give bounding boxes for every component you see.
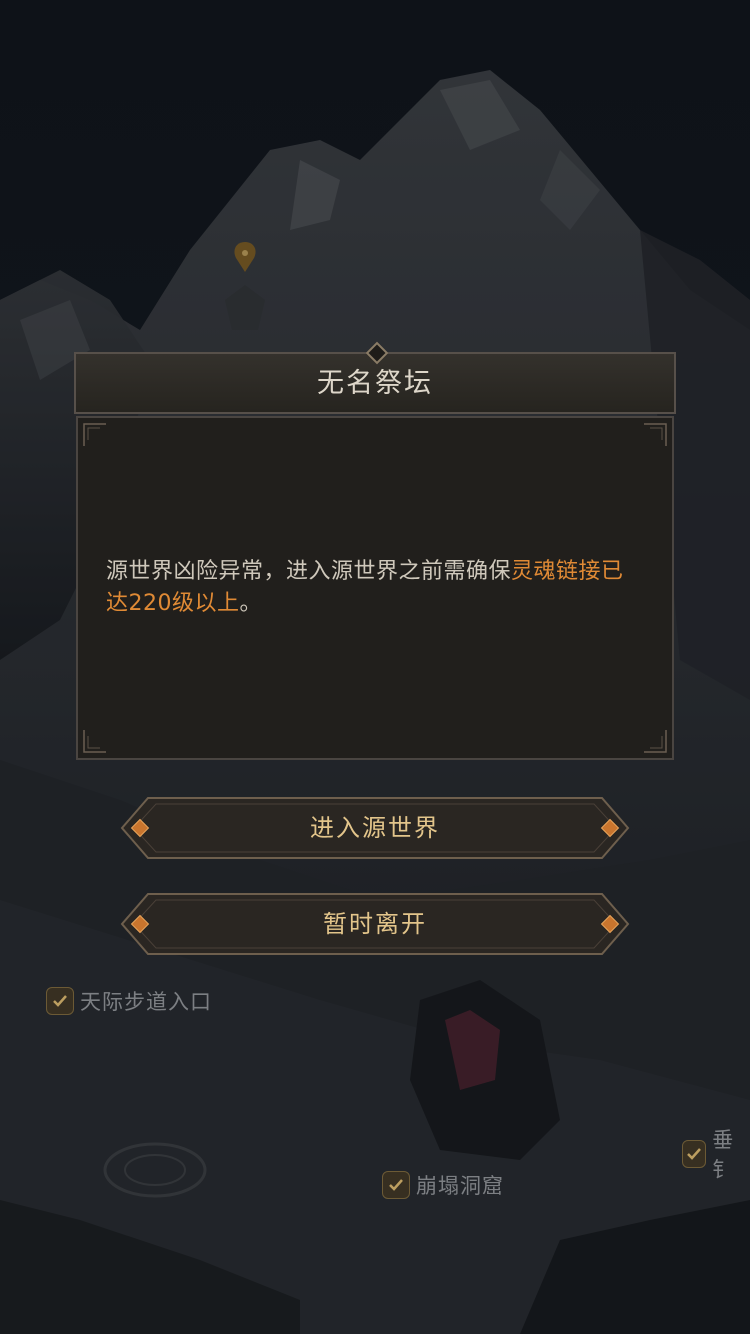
- corner-ornament: [83, 730, 106, 753]
- check-icon: [382, 1171, 410, 1199]
- map-marker-label: 天际步道入口: [80, 990, 212, 1014]
- check-icon: [682, 1140, 707, 1168]
- altar-dialog: 无名祭坛 源世界凶险异常，进入源世界之前需确保灵魂链接已达220级以上。: [74, 341, 676, 760]
- enter-source-world-button[interactable]: 进入源世界: [118, 794, 632, 862]
- check-icon: [46, 987, 74, 1015]
- message-tail: 。: [239, 591, 263, 616]
- leave-button-label: 暂时离开: [323, 910, 427, 938]
- message-text: 源世界凶险异常，进入源世界之前需确保: [106, 559, 512, 584]
- corner-ornament: [644, 730, 667, 753]
- map-marker-collapsed-cave[interactable]: 崩塌洞窟: [382, 1170, 504, 1200]
- map-marker-label: 崩塌洞窟: [416, 1174, 504, 1198]
- map-marker-offscreen[interactable]: 垂钅: [682, 1124, 750, 1184]
- game-scene: 天际步道入口 崩塌洞窟 垂钅 无名祭坛 源世界凶险异常，进入源世界之前需确保灵魂…: [0, 0, 750, 1334]
- dialog-body: 源世界凶险异常，进入源世界之前需确保灵魂链接已达220级以上。: [76, 416, 674, 760]
- corner-ornament: [644, 423, 667, 446]
- corner-ornament: [83, 423, 106, 446]
- dialog-message: 源世界凶险异常，进入源世界之前需确保灵魂链接已达220级以上。: [106, 556, 646, 620]
- map-marker-label: 垂钅: [712, 1128, 735, 1182]
- map-marker-sky-path[interactable]: 天际步道入口: [46, 986, 212, 1016]
- enter-button-label: 进入源世界: [310, 814, 440, 842]
- leave-button[interactable]: 暂时离开: [118, 890, 632, 958]
